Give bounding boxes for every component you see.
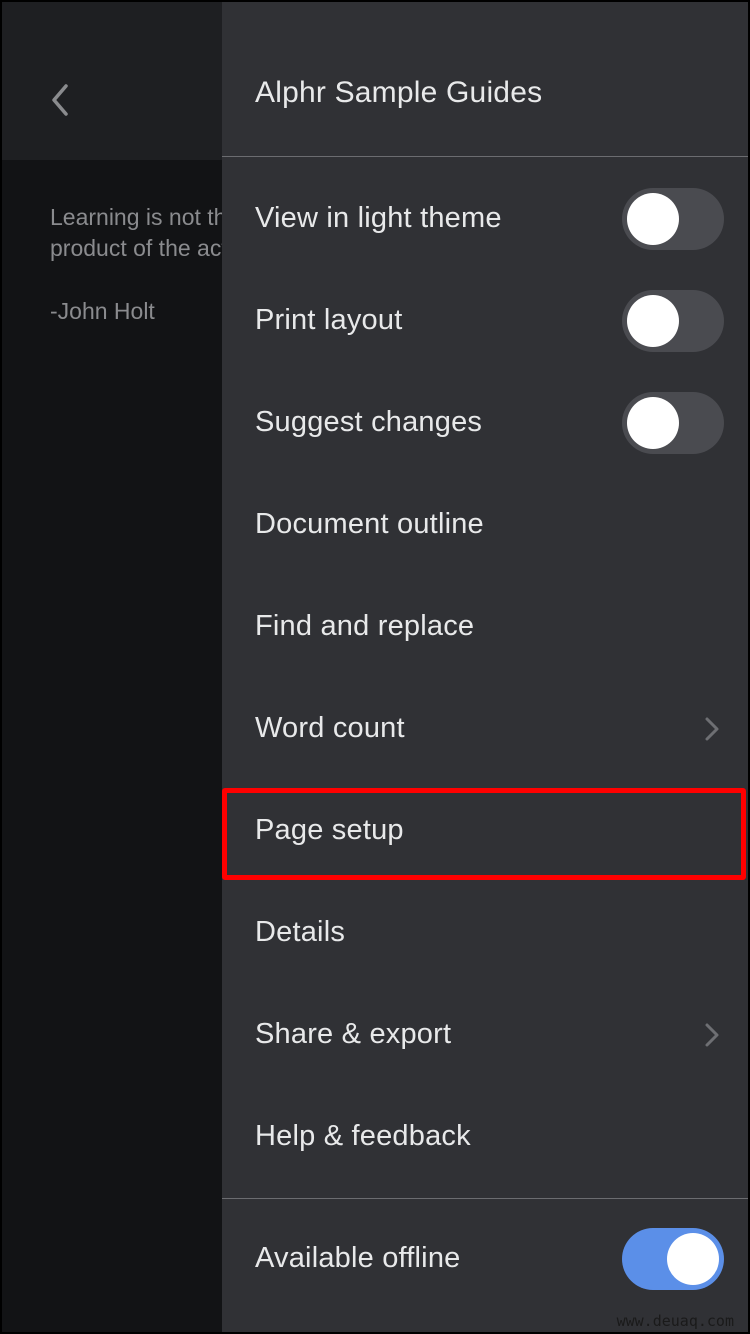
menu-item-print-layout[interactable]: Print layout: [222, 270, 748, 372]
print-layout-toggle[interactable]: [622, 290, 724, 352]
menu-item-word-count[interactable]: Word count: [222, 678, 748, 780]
menu-item-label: Word count: [255, 711, 405, 744]
document-author: -John Holt: [50, 298, 155, 324]
menu-item-details[interactable]: Details: [222, 882, 748, 984]
divider: [222, 156, 748, 157]
document-header: [2, 2, 222, 160]
menu-item-label: Share & export: [255, 1017, 452, 1050]
screen: Learning is not the product of teaching.…: [2, 2, 748, 1332]
menu-item-share-export[interactable]: Share & export: [222, 984, 748, 1086]
menu-item-view-in-light-theme[interactable]: View in light theme: [222, 168, 748, 270]
menu-item-page-setup[interactable]: Page setup: [222, 780, 748, 882]
document-text-line: Learning is not the product of teaching.…: [50, 204, 222, 230]
menu-item-label: Available offline: [255, 1241, 461, 1274]
available-offline-toggle[interactable]: [622, 1228, 724, 1290]
chevron-left-icon: [52, 84, 68, 116]
menu-item-document-outline[interactable]: Document outline: [222, 474, 748, 576]
toggle-knob: [667, 1233, 719, 1285]
toggle-knob: [627, 295, 679, 347]
chevron-right-icon: [705, 717, 719, 741]
menu-item-help-feedback[interactable]: Help & feedback: [222, 1086, 748, 1188]
watermark: www.deuaq.com: [616, 1312, 734, 1330]
document-body: Learning is not the product of teaching.…: [2, 160, 222, 1332]
light-theme-toggle[interactable]: [622, 188, 724, 250]
menu-item-label: Details: [255, 915, 346, 948]
divider: [222, 1198, 748, 1199]
menu-item-label: Help & feedback: [255, 1119, 471, 1152]
document-text: Learning is not the product of teaching.…: [50, 202, 222, 264]
menu-item-label: Find and replace: [255, 609, 475, 642]
menu-item-find-and-replace[interactable]: Find and replace: [222, 576, 748, 678]
menu-item-label: Print layout: [255, 303, 403, 336]
toggle-knob: [627, 193, 679, 245]
chevron-right-icon: [705, 1023, 719, 1047]
menu-item-suggest-changes[interactable]: Suggest changes: [222, 372, 748, 474]
suggest-changes-toggle[interactable]: [622, 392, 724, 454]
toggle-knob: [627, 397, 679, 449]
menu-item-label: Page setup: [255, 813, 404, 846]
menu-item-label: Document outline: [255, 507, 484, 540]
menu-item-available-offline[interactable]: Available offline: [222, 1208, 748, 1310]
menu-title: Alphr Sample Guides: [255, 76, 543, 109]
back-button[interactable]: [46, 80, 76, 120]
document-text-line: product of the activity of learners.: [50, 235, 222, 261]
menu-item-label: Suggest changes: [255, 405, 483, 438]
side-menu: Alphr Sample Guides View in light theme …: [222, 2, 748, 1332]
menu-item-label: View in light theme: [255, 201, 502, 234]
